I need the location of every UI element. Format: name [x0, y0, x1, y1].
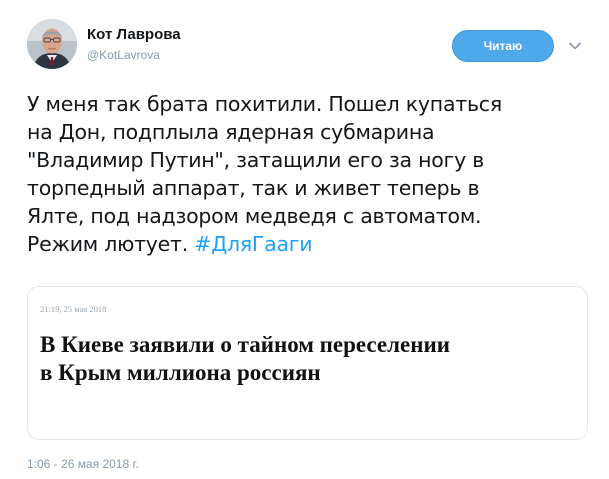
author-display-name[interactable]: Кот Лаврова [87, 26, 181, 43]
avatar[interactable] [27, 19, 77, 69]
tweet-text-line: У меня так брата похитили. Пошел купатьс… [27, 92, 502, 116]
tweet-text-line: на Дон, подплыла ядерная субмарина [27, 120, 435, 144]
tweet-text-last-line: Режим лютует. #ДляГааги [27, 230, 599, 258]
card-timestamp: 21:19, 25 мая 2018 [40, 304, 107, 314]
follow-button[interactable]: Читаю [452, 30, 554, 62]
author-handle[interactable]: @KotLavrova [87, 48, 160, 62]
tweet-text: У меня так брата похитили. Пошел купатьс… [27, 90, 599, 258]
tweet-text-fragment: Режим лютует. [27, 232, 195, 256]
tweet-timestamp[interactable]: 1:06 - 26 мая 2018 г. [27, 457, 139, 471]
link-card[interactable]: 21:19, 25 мая 2018 В Киеве заявили о тай… [27, 286, 588, 440]
tweet-text-line: "Владимир Путин", затащили его за ногу в [27, 148, 485, 172]
card-headline: В Киеве заявили о тайном переселении в К… [40, 331, 580, 387]
chevron-down-icon[interactable] [567, 38, 583, 54]
profile-photo-icon [27, 19, 77, 69]
hashtag-link[interactable]: #ДляГааги [194, 232, 312, 256]
tweet: Кот Лаврова @KotLavrova Читаю У меня так… [0, 0, 609, 479]
tweet-text-line: Ялте, под надзором медведя с автоматом. [27, 204, 482, 228]
card-headline-line: В Киеве заявили о тайном переселении [40, 332, 450, 357]
card-headline-line: в Крым миллиона россиян [40, 360, 321, 385]
tweet-text-line: торпедный аппарат, так и живет теперь в [27, 176, 480, 200]
